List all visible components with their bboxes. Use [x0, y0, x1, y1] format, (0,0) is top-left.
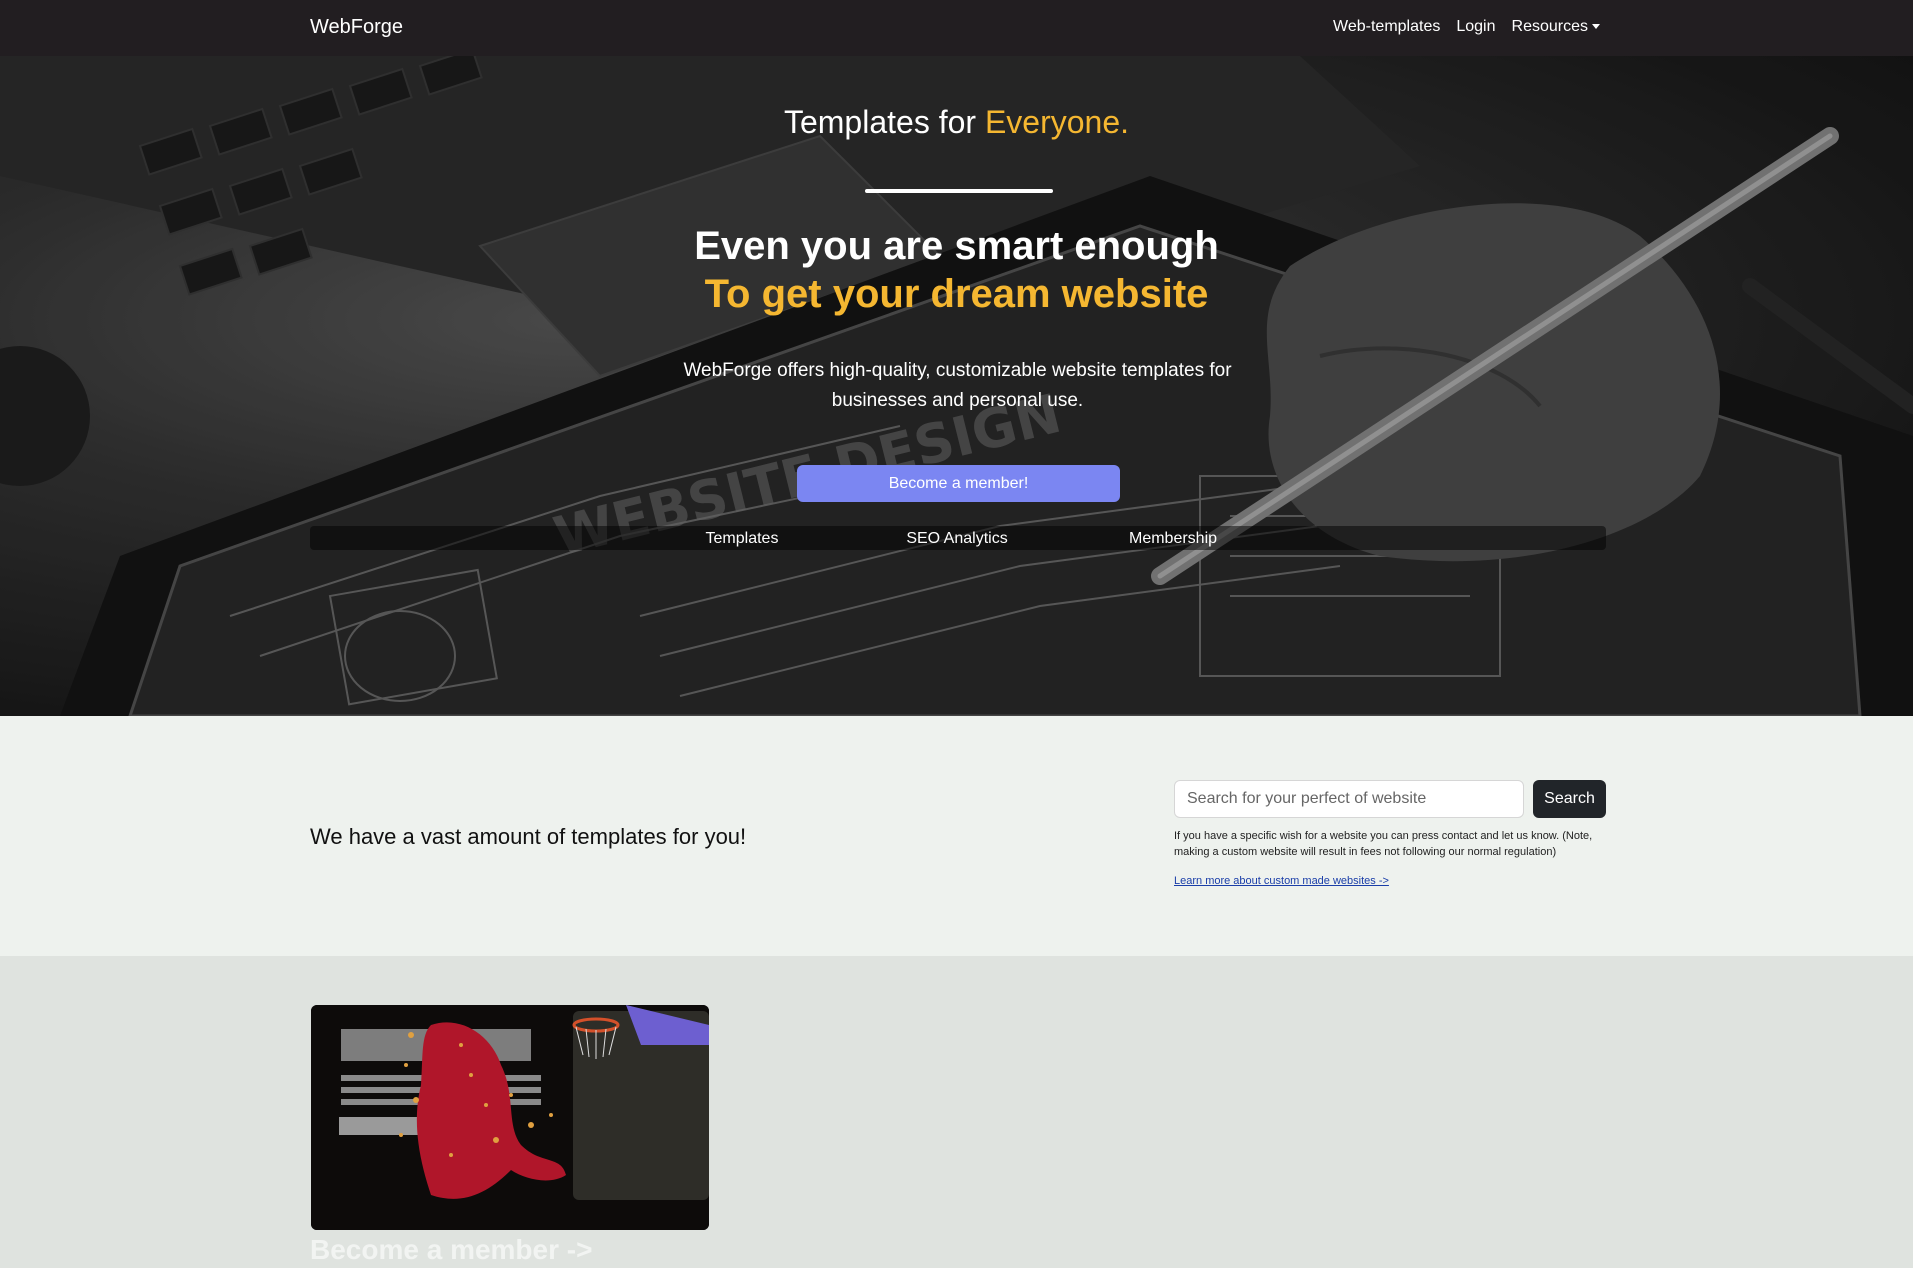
hero-divider	[865, 189, 1053, 193]
hero-tagline-accent: Everyone.	[984, 104, 1130, 140]
search-input[interactable]	[1174, 780, 1524, 818]
top-navbar: WebForge Web-templates Login Resources	[0, 0, 1913, 56]
hero-tagline-prefix: Templates for	[783, 104, 977, 140]
template-preview-image[interactable]	[311, 1005, 709, 1230]
become-member-card-title[interactable]: Become a member ->	[310, 1234, 592, 1266]
hero-subheadline: To get your dream website	[704, 272, 1209, 316]
basketball-template-illustration	[311, 1005, 709, 1230]
custom-website-note: If you have a specific wish for a websit…	[1174, 830, 1593, 858]
search-button[interactable]: Search	[1533, 780, 1606, 818]
hero-section: WEBSITE DESIGN Templates for Everyone. E…	[0, 56, 1913, 716]
search-section: We have a vast amount of templates for y…	[0, 716, 1913, 956]
nav-link-web-templates[interactable]: Web-templates	[1333, 18, 1440, 36]
custom-websites-link[interactable]: Learn more about custom made websites ->	[1174, 875, 1389, 887]
caret-down-icon	[1592, 24, 1600, 30]
nav-link-login[interactable]: Login	[1456, 18, 1495, 36]
hero-description: WebForge offers high-quality, customizab…	[683, 360, 1232, 411]
hero-headline: Even you are smart enough	[694, 224, 1219, 268]
templates-intro-text: We have a vast amount of templates for y…	[310, 824, 747, 849]
nav-links: Web-templates Login Resources	[1333, 18, 1600, 36]
hero-tagline: Templates for Everyone.	[0, 104, 1913, 141]
template-showcase-section: Become a member ->	[0, 956, 1913, 1268]
feature-link-seo-analytics[interactable]: SEO Analytics	[857, 530, 1057, 548]
nav-dropdown-resources[interactable]: Resources	[1512, 18, 1600, 36]
brand-logo-link[interactable]: WebForge	[310, 16, 403, 39]
become-member-button[interactable]: Become a member!	[797, 465, 1120, 502]
nav-dropdown-resources-label: Resources	[1511, 18, 1588, 35]
feature-link-templates[interactable]: Templates	[642, 530, 842, 548]
feature-link-membership[interactable]: Membership	[1073, 530, 1273, 548]
